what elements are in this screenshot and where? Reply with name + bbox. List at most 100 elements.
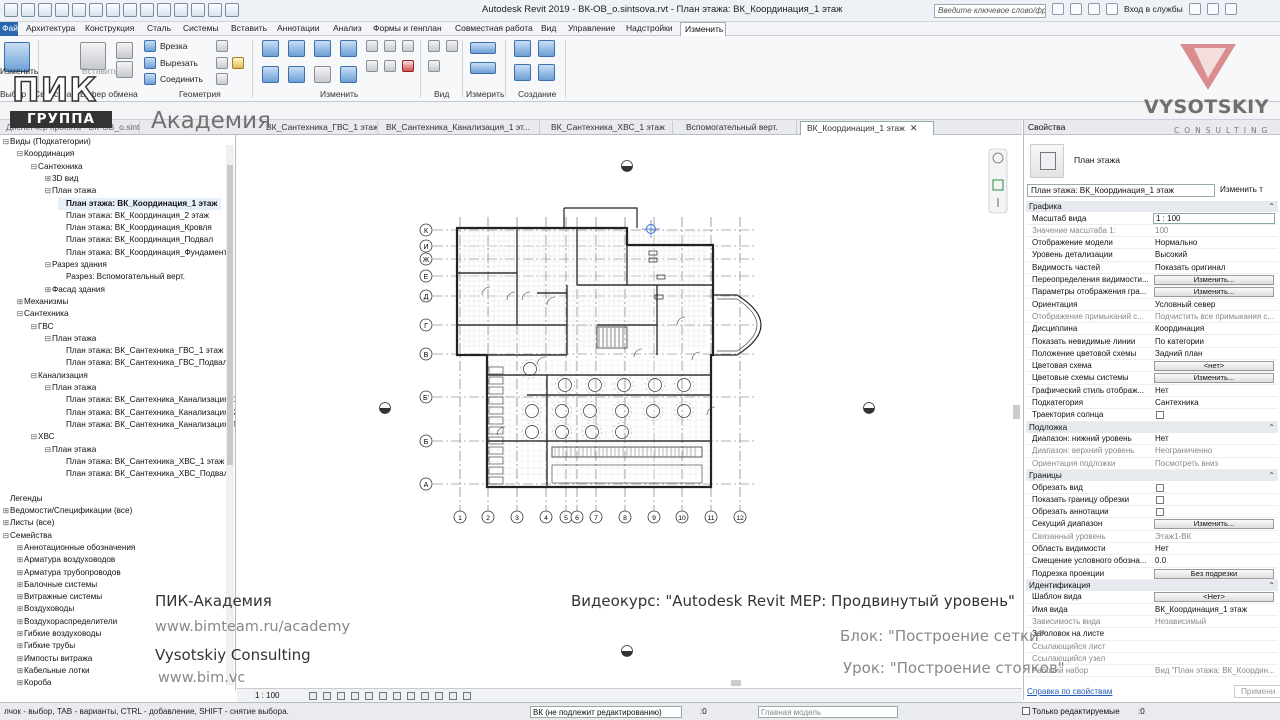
expand-icon[interactable]: ⊞ — [16, 554, 24, 566]
star-icon[interactable] — [1088, 3, 1100, 15]
show-crop-icon[interactable] — [379, 692, 387, 700]
hide-icon[interactable] — [428, 40, 440, 52]
browser-item[interactable]: ⊞Балочные системы — [16, 579, 97, 591]
join-button[interactable]: Соединить — [160, 74, 203, 84]
temp-hide-icon[interactable] — [407, 692, 415, 700]
create-group-icon[interactable] — [514, 64, 531, 81]
cart-icon[interactable] — [1188, 3, 1201, 15]
expand-icon[interactable]: ⊞ — [16, 628, 24, 640]
open-icon[interactable] — [4, 3, 18, 17]
browser-item[interactable]: ⊟Семейства — [2, 530, 52, 542]
tab-massing[interactable]: Формы и генплан — [373, 23, 442, 33]
browser-item[interactable]: ⊟ГВС — [30, 321, 54, 333]
collapse-icon[interactable]: ⊟ — [30, 431, 38, 443]
tab-view[interactable]: Вид — [541, 23, 556, 33]
instance-select[interactable]: План этажа: ВК_Координация_1 этаж — [1027, 184, 1215, 197]
align-icon[interactable] — [262, 40, 279, 57]
text-icon[interactable] — [140, 3, 154, 17]
collapse-icon[interactable]: ⊟ — [2, 530, 10, 542]
property-group[interactable]: Границы ⌃ — [1026, 470, 1278, 481]
property-checkbox[interactable] — [1156, 495, 1164, 504]
doc-tab-4[interactable]: Вспомогательный верт. — [680, 121, 797, 135]
create-similar-icon[interactable] — [538, 64, 555, 81]
browser-item[interactable]: План этажа: ВК_Сантехника_ХВС_1 этаж — [58, 456, 224, 468]
property-value[interactable]: Нормально — [1153, 237, 1275, 249]
save-icon[interactable] — [21, 3, 35, 17]
property-value[interactable]: Независимый — [1153, 616, 1275, 628]
property-edit-button[interactable]: Изменить... — [1154, 287, 1274, 298]
scale-icon[interactable] — [384, 60, 396, 72]
property-value[interactable]: Посмотреть вниз — [1153, 458, 1275, 470]
browser-item[interactable]: План этажа: ВК_Координация_Кровля — [58, 222, 212, 234]
browser-item[interactable]: ⊞Крыши — [16, 690, 50, 691]
split-gap-icon[interactable] — [384, 40, 396, 52]
browser-item[interactable]: ⊟План этажа — [44, 185, 96, 197]
expand-icon[interactable]: ⊞ — [2, 517, 10, 529]
canvas-scroll-thumb[interactable] — [731, 680, 741, 686]
collapse-icon[interactable]: ⊟ — [16, 308, 24, 320]
undo-icon[interactable] — [55, 3, 69, 17]
tab-architecture[interactable]: Архитектура — [26, 23, 75, 33]
thin-lines-icon[interactable] — [191, 3, 205, 17]
array-icon[interactable] — [366, 60, 378, 72]
edit-type-button[interactable]: Изменить т — [1220, 185, 1263, 194]
print-icon[interactable] — [89, 3, 103, 17]
browser-item[interactable]: ⊞Воздуховоды — [16, 603, 74, 615]
sync-icon[interactable] — [38, 3, 52, 17]
tab-file[interactable]: Файл — [0, 22, 18, 36]
property-value[interactable]: Задний план — [1153, 348, 1275, 360]
browser-item[interactable]: ⊞Витражные системы — [16, 591, 102, 603]
pin-icon[interactable] — [402, 40, 414, 52]
browser-item[interactable] — [2, 480, 10, 492]
doc-tab-3[interactable]: ВК_Сантехника_ХВС_1 этаж — [545, 121, 673, 135]
signin-link[interactable]: Вход в службы — [1124, 4, 1183, 14]
collapse-icon[interactable]: ⊟ — [44, 259, 52, 271]
property-group[interactable]: Идентификация ⌃ — [1026, 579, 1278, 591]
chevron-up-icon[interactable]: ⌃ — [1268, 422, 1275, 433]
property-value[interactable]: Координация — [1153, 323, 1275, 335]
browser-item[interactable]: ⊞Воздухораспределители — [16, 616, 117, 628]
browser-item[interactable]: ⊟Разрез здания — [44, 259, 107, 271]
property-value[interactable]: Условный север — [1153, 299, 1275, 311]
tab-insert[interactable]: Вставить — [231, 23, 267, 33]
property-value[interactable]: Показать оригинал — [1153, 262, 1275, 274]
move-icon[interactable] — [262, 66, 279, 83]
rotate-icon[interactable] — [314, 66, 331, 83]
browser-item[interactable]: План этажа: ВК_Сантехника_Канализация_По — [58, 419, 235, 431]
measure-icon[interactable] — [106, 3, 120, 17]
collapse-icon[interactable]: ⊟ — [44, 382, 52, 394]
canvas-scroll-thumb[interactable] — [1013, 405, 1020, 419]
trim-icon[interactable] — [340, 66, 357, 83]
property-value[interactable]: 100 — [1153, 225, 1275, 237]
property-edit-button[interactable]: Изменить... — [1154, 519, 1274, 530]
browser-item[interactable]: ⊟План этажа — [44, 333, 96, 345]
3d-view-icon[interactable] — [157, 3, 171, 17]
tab-manage[interactable]: Управление — [568, 23, 615, 33]
cut-icon[interactable] — [116, 42, 133, 59]
create-assembly-icon[interactable] — [514, 40, 531, 57]
browser-item[interactable]: ⊞Гибкие трубы — [16, 640, 75, 652]
browser-item[interactable]: План этажа: ВК_Координация_Подвал — [58, 234, 213, 246]
browser-item[interactable]: ⊞Гибкие воздуховоды — [16, 628, 101, 640]
browser-item[interactable]: ⊟ХВС — [30, 431, 55, 443]
cope-button[interactable]: Врезка — [160, 41, 187, 51]
aligned-dimension-icon[interactable] — [470, 62, 496, 74]
property-value[interactable]: Нет — [1153, 433, 1275, 445]
browser-item[interactable]: ⊞Механизмы — [16, 296, 68, 308]
crop-view-icon[interactable] — [365, 692, 373, 700]
cut-geometry-button[interactable]: Вырезать — [160, 58, 198, 68]
create-parts-icon[interactable] — [538, 40, 555, 57]
detail-level-icon[interactable] — [309, 692, 317, 700]
browser-item[interactable]: ⊞ Короба — [16, 677, 52, 689]
expand-icon[interactable]: ⊞ — [16, 603, 24, 615]
property-edit-button[interactable]: Изменить... — [1154, 275, 1274, 285]
browser-item[interactable]: ⊟Канализация — [30, 370, 88, 382]
browser-item[interactable]: План этажа: ВК_Сантехника_ГВС_Подвал — [58, 357, 227, 369]
browser-item[interactable]: ⊞Ведомости/Спецификации (все) — [2, 505, 132, 517]
copy-element-icon[interactable] — [288, 66, 305, 83]
browser-item[interactable]: ⊞Арматура воздуховодов — [16, 554, 115, 566]
tab-collaborate[interactable]: Совместная работа — [455, 23, 533, 33]
expand-icon[interactable]: ⊞ — [2, 505, 10, 517]
property-checkbox[interactable] — [1156, 411, 1164, 420]
browser-item[interactable]: План этажа: ВК_Сантехника_Канализация_2 — [58, 407, 235, 419]
